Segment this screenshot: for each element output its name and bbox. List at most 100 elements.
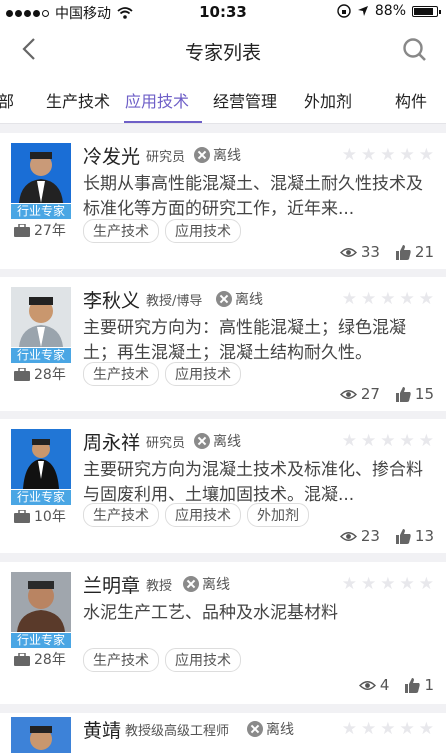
avatar [11, 429, 71, 489]
stats: 33 21 [339, 243, 434, 261]
expert-role: 研究员 [146, 150, 186, 165]
expert-name: 李秋义 [83, 290, 141, 312]
star-icon: ★ [380, 574, 396, 594]
expert-card[interactable]: 行业专家 10年 周永祥 研究员 离线 ★ ★ ★ ★ ★ 主要研究方向为混凝土技术及标… [0, 419, 446, 553]
expert-name: 周永祥 [83, 432, 141, 454]
expert-role: 教授 [146, 579, 173, 594]
rating-stars: ★ ★ ★ ★ ★ [342, 431, 434, 451]
tab-components[interactable]: 构件 [395, 88, 427, 112]
avatar [11, 572, 71, 632]
expert-role: 教授级高级工程师 [125, 724, 230, 739]
industry-expert-badge: 行业专家 [11, 348, 71, 363]
likes: 1 [405, 676, 434, 694]
tag[interactable]: 应用技术 [165, 648, 241, 672]
avatar [11, 287, 71, 347]
stats: 23 13 [339, 527, 434, 545]
star-icon: ★ [380, 719, 396, 739]
nav-bar: 专家列表 [0, 24, 446, 76]
online-status: 离线 [194, 431, 241, 451]
experience: 28年 [14, 649, 66, 669]
star-icon: ★ [418, 145, 434, 165]
star-icon: ★ [418, 431, 434, 451]
online-status: 离线 [194, 145, 241, 165]
stats: 4 1 [358, 676, 434, 694]
experience: 27年 [14, 220, 66, 240]
likes: 15 [395, 385, 434, 403]
star-icon: ★ [399, 289, 415, 309]
tag[interactable]: 应用技术 [165, 362, 241, 386]
views: 33 [339, 243, 380, 261]
thumbs-up-icon [395, 386, 411, 402]
expert-card[interactable]: 行业专家 28年 兰明章 教授 离线 ★ ★ ★ ★ ★ 水泥生产工艺、品种及水泥基材料… [0, 562, 446, 704]
status-bar: 中国移动 10:33 88% [0, 0, 446, 24]
star-icon: ★ [341, 289, 357, 309]
tab-production[interactable]: 生产技术 [46, 88, 110, 112]
tag-list: 生产技术 应用技术 外加剂 [83, 503, 309, 527]
rating-stars: ★ ★ ★ ★ ★ [342, 574, 434, 594]
eye-icon [339, 247, 357, 257]
status-right: 88% [337, 3, 441, 19]
star-icon: ★ [399, 719, 415, 739]
star-icon: ★ [418, 719, 434, 739]
expert-card[interactable]: 行业专家 28年 李秋义 教授/博导 离线 ★ ★ ★ ★ ★ 主要研究方向为：高性能混… [0, 277, 446, 411]
thumbs-up-icon [395, 244, 411, 260]
star-icon: ★ [361, 719, 377, 739]
tag[interactable]: 生产技术 [83, 219, 159, 243]
experience: 10年 [14, 506, 66, 526]
thumbs-up-icon [395, 528, 411, 544]
thumbs-up-icon [405, 677, 421, 693]
briefcase-icon [14, 509, 30, 523]
tag[interactable]: 应用技术 [165, 503, 241, 527]
tab-management[interactable]: 经营管理 [213, 88, 277, 112]
star-icon: ★ [380, 289, 396, 309]
star-icon: ★ [399, 574, 415, 594]
industry-expert-badge: 行业专家 [11, 490, 71, 505]
star-icon: ★ [341, 574, 357, 594]
briefcase-icon [14, 367, 30, 381]
offline-icon [194, 147, 210, 163]
tab-all[interactable]: 部 [0, 88, 14, 112]
expert-description: 长期从事高性能混凝土、混凝土耐久性技术及标准化等方面的研究工作，近年来... [83, 174, 423, 219]
briefcase-icon [14, 223, 30, 237]
tag[interactable]: 生产技术 [83, 648, 159, 672]
expert-description: 水泥生产工艺、品种及水泥基材料 [83, 603, 338, 623]
expert-description: 主要研究方向为：高性能混凝土；绿色混凝土；再生混凝土；混凝土结构耐久性。 [83, 318, 406, 363]
tag-list: 生产技术 应用技术 [83, 219, 241, 243]
active-tab-indicator [124, 121, 202, 123]
stats: 27 15 [339, 385, 434, 403]
expert-name: 冷发光 [83, 146, 141, 168]
online-status: 离线 [216, 289, 263, 309]
star-icon: ★ [361, 289, 377, 309]
online-status: 离线 [247, 719, 294, 739]
expert-description: 主要研究方向为混凝土技术及标准化、掺合料与固废利用、土壤加固技术。混凝... [83, 460, 423, 505]
tab-application[interactable]: 应用技术 [125, 88, 189, 112]
search-icon[interactable] [402, 37, 428, 63]
expert-name: 兰明章 [83, 575, 141, 597]
views: 23 [339, 527, 380, 545]
category-tabs: 部 生产技术 应用技术 经营管理 外加剂 构件 [0, 76, 446, 124]
expert-role: 教授/博导 [146, 294, 203, 309]
views: 4 [358, 676, 389, 694]
rating-stars: ★ ★ ★ ★ ★ [342, 145, 434, 165]
rating-stars: ★ ★ ★ ★ ★ [342, 719, 434, 739]
expert-card[interactable]: 行业专家 27年 冷发光 研究员 离线 ★ ★ ★ ★ ★ 长期从事高性能混凝土、混凝土… [0, 133, 446, 269]
tab-admixture[interactable]: 外加剂 [304, 88, 352, 112]
expert-role: 研究员 [146, 436, 186, 451]
expert-card[interactable]: 黄靖 教授级高级工程师 离线 ★ ★ ★ ★ ★ [0, 713, 446, 753]
star-icon: ★ [399, 145, 415, 165]
eye-icon [358, 680, 376, 690]
tag[interactable]: 生产技术 [83, 503, 159, 527]
avatar [11, 143, 71, 203]
tag[interactable]: 生产技术 [83, 362, 159, 386]
views: 27 [339, 385, 380, 403]
industry-expert-badge: 行业专家 [11, 633, 71, 648]
tag[interactable]: 应用技术 [165, 219, 241, 243]
tag-list: 生产技术 应用技术 [83, 648, 241, 672]
briefcase-icon [14, 652, 30, 666]
tag[interactable]: 外加剂 [247, 503, 309, 527]
avatar [11, 717, 71, 753]
star-icon: ★ [341, 719, 357, 739]
expert-name: 黄靖 [83, 720, 122, 742]
star-icon: ★ [361, 574, 377, 594]
offline-icon [183, 576, 199, 592]
